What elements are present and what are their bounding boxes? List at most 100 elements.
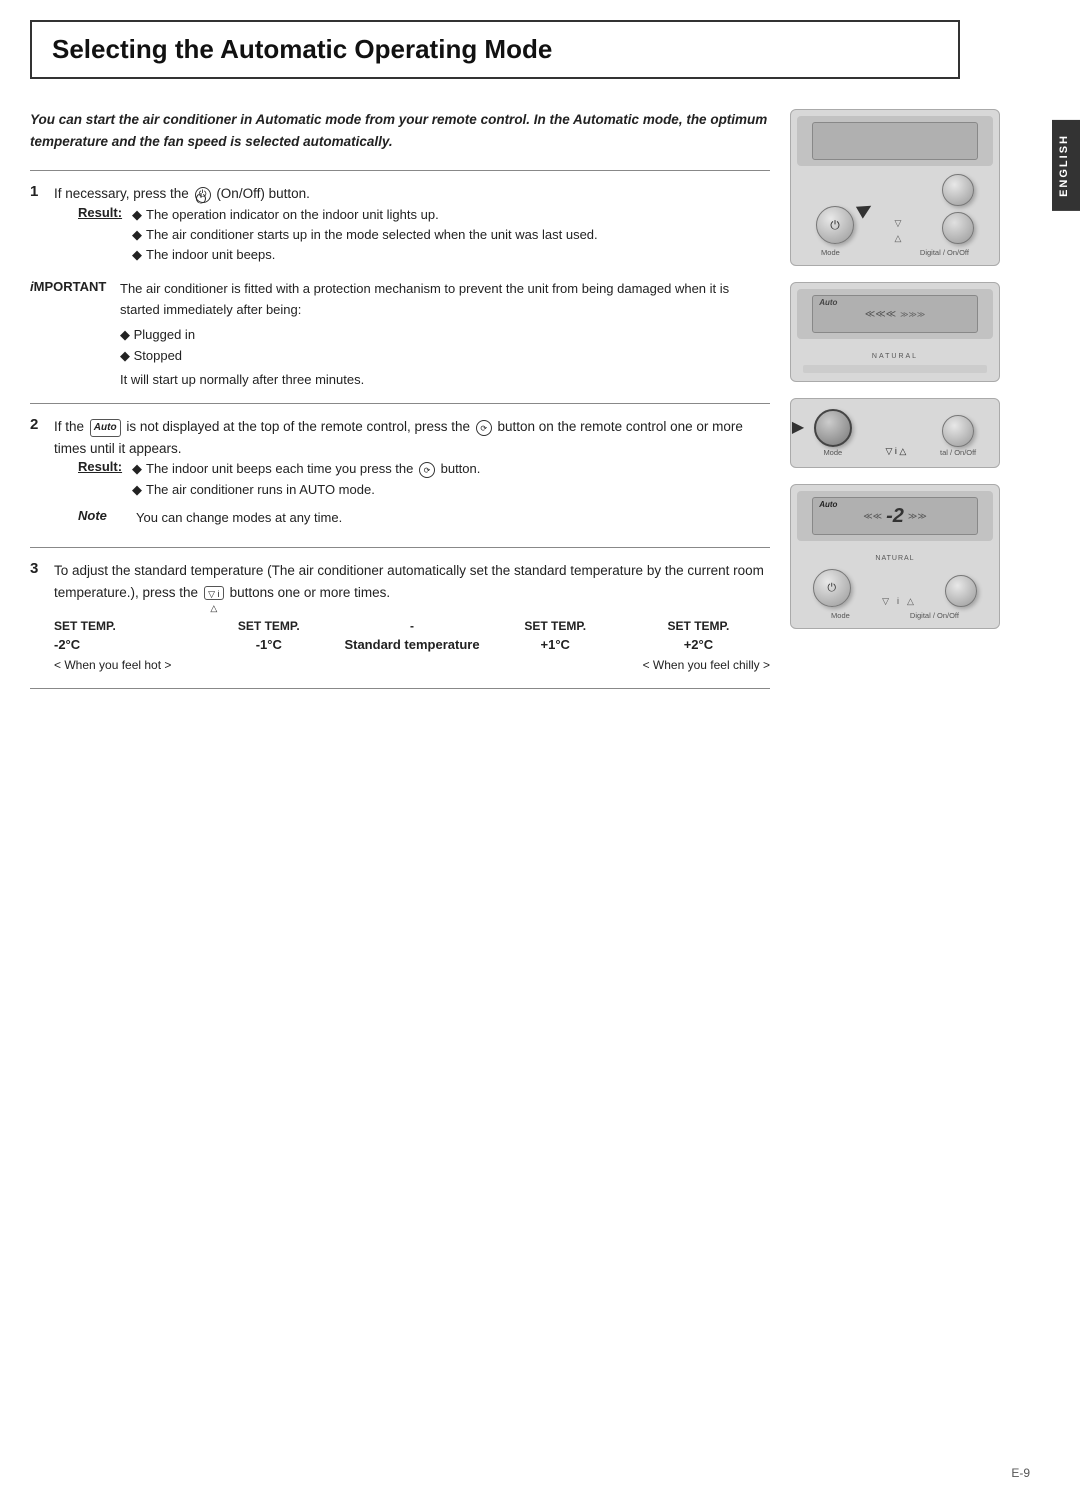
step-1-result: Result: ◆ The operation indicator on the… (78, 205, 770, 265)
step-1-content: If necessary, press the ⏻ (On/Off) butto… (54, 183, 770, 269)
temp-table: SET TEMP. SET TEMP. - SET TEMP. SET TEMP… (54, 619, 770, 672)
important-list: Plugged in Stopped (120, 325, 770, 367)
mode-button-group-3: ▶ Mode (814, 409, 852, 457)
mode-label-4: Mode (831, 611, 850, 620)
remote-screen-1 (797, 116, 993, 166)
temp-header-2: SET TEMP. (197, 619, 340, 633)
temp-value-row: -2°C -1°C Standard temperature +1°C +2°C (54, 637, 770, 652)
result-text: The air conditioner runs in AUTO mode. (146, 480, 375, 500)
screen-display-2: Auto ≪≪≪ ≫≫≫ (812, 295, 978, 333)
important-label: iMPORTANT (30, 279, 112, 391)
mode-button-1 (942, 174, 974, 206)
remote-controls-1: ⏻ ▶ ▽ (797, 170, 993, 248)
natural-text: NATURAL (872, 353, 918, 360)
result-label-2: Result: (78, 459, 128, 499)
result-items-2: ◆ The indoor unit beeps each time you pr… (132, 459, 770, 499)
temp-val-4: +2°C (627, 637, 770, 652)
temp-val-standard: Standard temperature (340, 637, 483, 652)
mode-icon-inline: ⟳ (419, 462, 435, 478)
result-text: The operation indicator on the indoor un… (146, 205, 439, 225)
airflow-left: ≪≪≪ (865, 309, 896, 320)
bullet-icon: ◆ (132, 459, 142, 479)
temp-val-1: -2°C (54, 637, 197, 652)
temp-header-3: SET TEMP. (484, 619, 627, 633)
nav-down: △ (895, 233, 902, 244)
mode-btn-wrapper: ▶ (814, 409, 852, 447)
step-2-number: 2 (30, 416, 46, 535)
nav-group-3: ▽ i △ (886, 446, 907, 457)
result-item: ◆ The indoor unit beeps each time you pr… (132, 459, 770, 479)
result-items-1: ◆ The operation indicator on the indoor … (132, 205, 770, 265)
power-icon: ⏻ (195, 187, 211, 203)
intro-paragraph: You can start the air conditioner in Aut… (30, 109, 770, 152)
power-icon-4: ⏻ (827, 582, 836, 595)
mode-icon: ⟳ (476, 420, 492, 436)
natural-label-2: NATURAL (797, 343, 993, 363)
power-button-4: ⏻ (813, 569, 851, 607)
list-item: Plugged in (120, 325, 770, 346)
temp-header-1: SET TEMP. (54, 619, 197, 633)
airflow-right: ≫≫≫ (900, 310, 925, 319)
result-label-1: Result: (78, 205, 128, 265)
mode-button-4 (945, 575, 977, 607)
nav-arrows-group: ▽ △ (892, 218, 904, 244)
result-item: ◆ The air conditioner runs in AUTO mode. (132, 480, 770, 500)
bullet-icon: ◆ (132, 205, 142, 225)
nav-group-4: ▽ i △ (882, 596, 914, 607)
temp-digit: -2 (886, 505, 904, 528)
divider-2 (30, 403, 770, 404)
divider-4 (30, 688, 770, 689)
step-2-content: If the Auto is not displayed at the top … (54, 416, 770, 535)
airflow-left-4: ≪≪ (863, 511, 882, 522)
remote-illustration-4: Auto ≪≪ -2 ≫≫ NATURAL (790, 484, 1000, 629)
bullet-icon: ◆ (132, 480, 142, 500)
remote-screen-2: Auto ≪≪≪ ≫≫≫ (797, 289, 993, 339)
onoff-button-3 (942, 415, 974, 447)
power-group-4: ⏻ (813, 569, 851, 607)
nav-down-4: ▽ (882, 596, 889, 607)
airflow-right-4: ≫≫ (908, 511, 927, 522)
arrow-indicator: ▶ (854, 196, 876, 221)
result-text: The air conditioner starts up in the mod… (146, 225, 598, 245)
left-column: You can start the air conditioner in Aut… (30, 109, 770, 701)
step-2: 2 If the Auto is not displayed at the to… (30, 416, 770, 535)
step-3-number: 3 (30, 560, 46, 676)
screen-display-1 (812, 122, 978, 160)
remote-controls-4: ⏻ ▽ i △ (797, 565, 993, 611)
remote-illustration-1: ⏻ ▶ ▽ (790, 109, 1000, 266)
divider-bar (803, 365, 987, 373)
result-item: ◆ The indoor unit beeps. (132, 245, 770, 265)
natural-text-4: NATURAL (875, 555, 914, 562)
bullet-icon: ◆ (132, 225, 142, 245)
page-title-box: Selecting the Automatic Operating Mode (30, 20, 960, 79)
result-text: The indoor unit beeps. (146, 245, 275, 265)
onoff-button-1 (942, 212, 974, 244)
temp-label-hot: < When you feel hot > (54, 658, 412, 672)
button-labels-1: Mode Digital / On/Off (797, 248, 993, 259)
temp-icon: ▽ i △ (204, 586, 224, 600)
important-text: The air conditioner is fitted with a pro… (120, 279, 770, 321)
remote-illustration-3: ▶ Mode ▽ i △ tal / On/Off (790, 398, 1000, 468)
temp-header-row: SET TEMP. SET TEMP. - SET TEMP. SET TEMP… (54, 619, 770, 633)
screen-display-4: Auto ≪≪ -2 ≫≫ (812, 497, 978, 535)
airflow-display: ≪≪≪ ≫≫≫ (865, 309, 926, 320)
note-text: You can change modes at any time. (136, 508, 342, 528)
step-3-text: To adjust the standard temperature (The … (54, 560, 770, 603)
important-footer: It will start up normally after three mi… (120, 370, 770, 391)
result-text: The indoor unit beeps each time you pres… (146, 459, 480, 479)
remote-illustration-2: Auto ≪≪≪ ≫≫≫ NATURAL (790, 282, 1000, 382)
temp-label-row: < When you feel hot > < When you feel ch… (54, 658, 770, 672)
divider-3 (30, 547, 770, 548)
nav-mid-4: i (897, 596, 899, 607)
onoff-label-3: tal / On/Off (940, 448, 976, 457)
main-content: Selecting the Automatic Operating Mode Y… (0, 0, 1040, 1510)
nav-arrows-4: ▽ i △ (882, 596, 914, 607)
temp-header-4: SET TEMP. (627, 619, 770, 633)
auto-icon: Auto (90, 419, 121, 437)
mode-group-4 (945, 575, 977, 607)
page-title: Selecting the Automatic Operating Mode (52, 34, 938, 65)
temp-label-chilly: < When you feel chilly > (412, 658, 770, 672)
page-number: E-9 (1011, 1466, 1030, 1480)
auto-badge-4: Auto (819, 500, 837, 509)
temp-display: ≪≪ -2 ≫≫ (863, 505, 926, 528)
